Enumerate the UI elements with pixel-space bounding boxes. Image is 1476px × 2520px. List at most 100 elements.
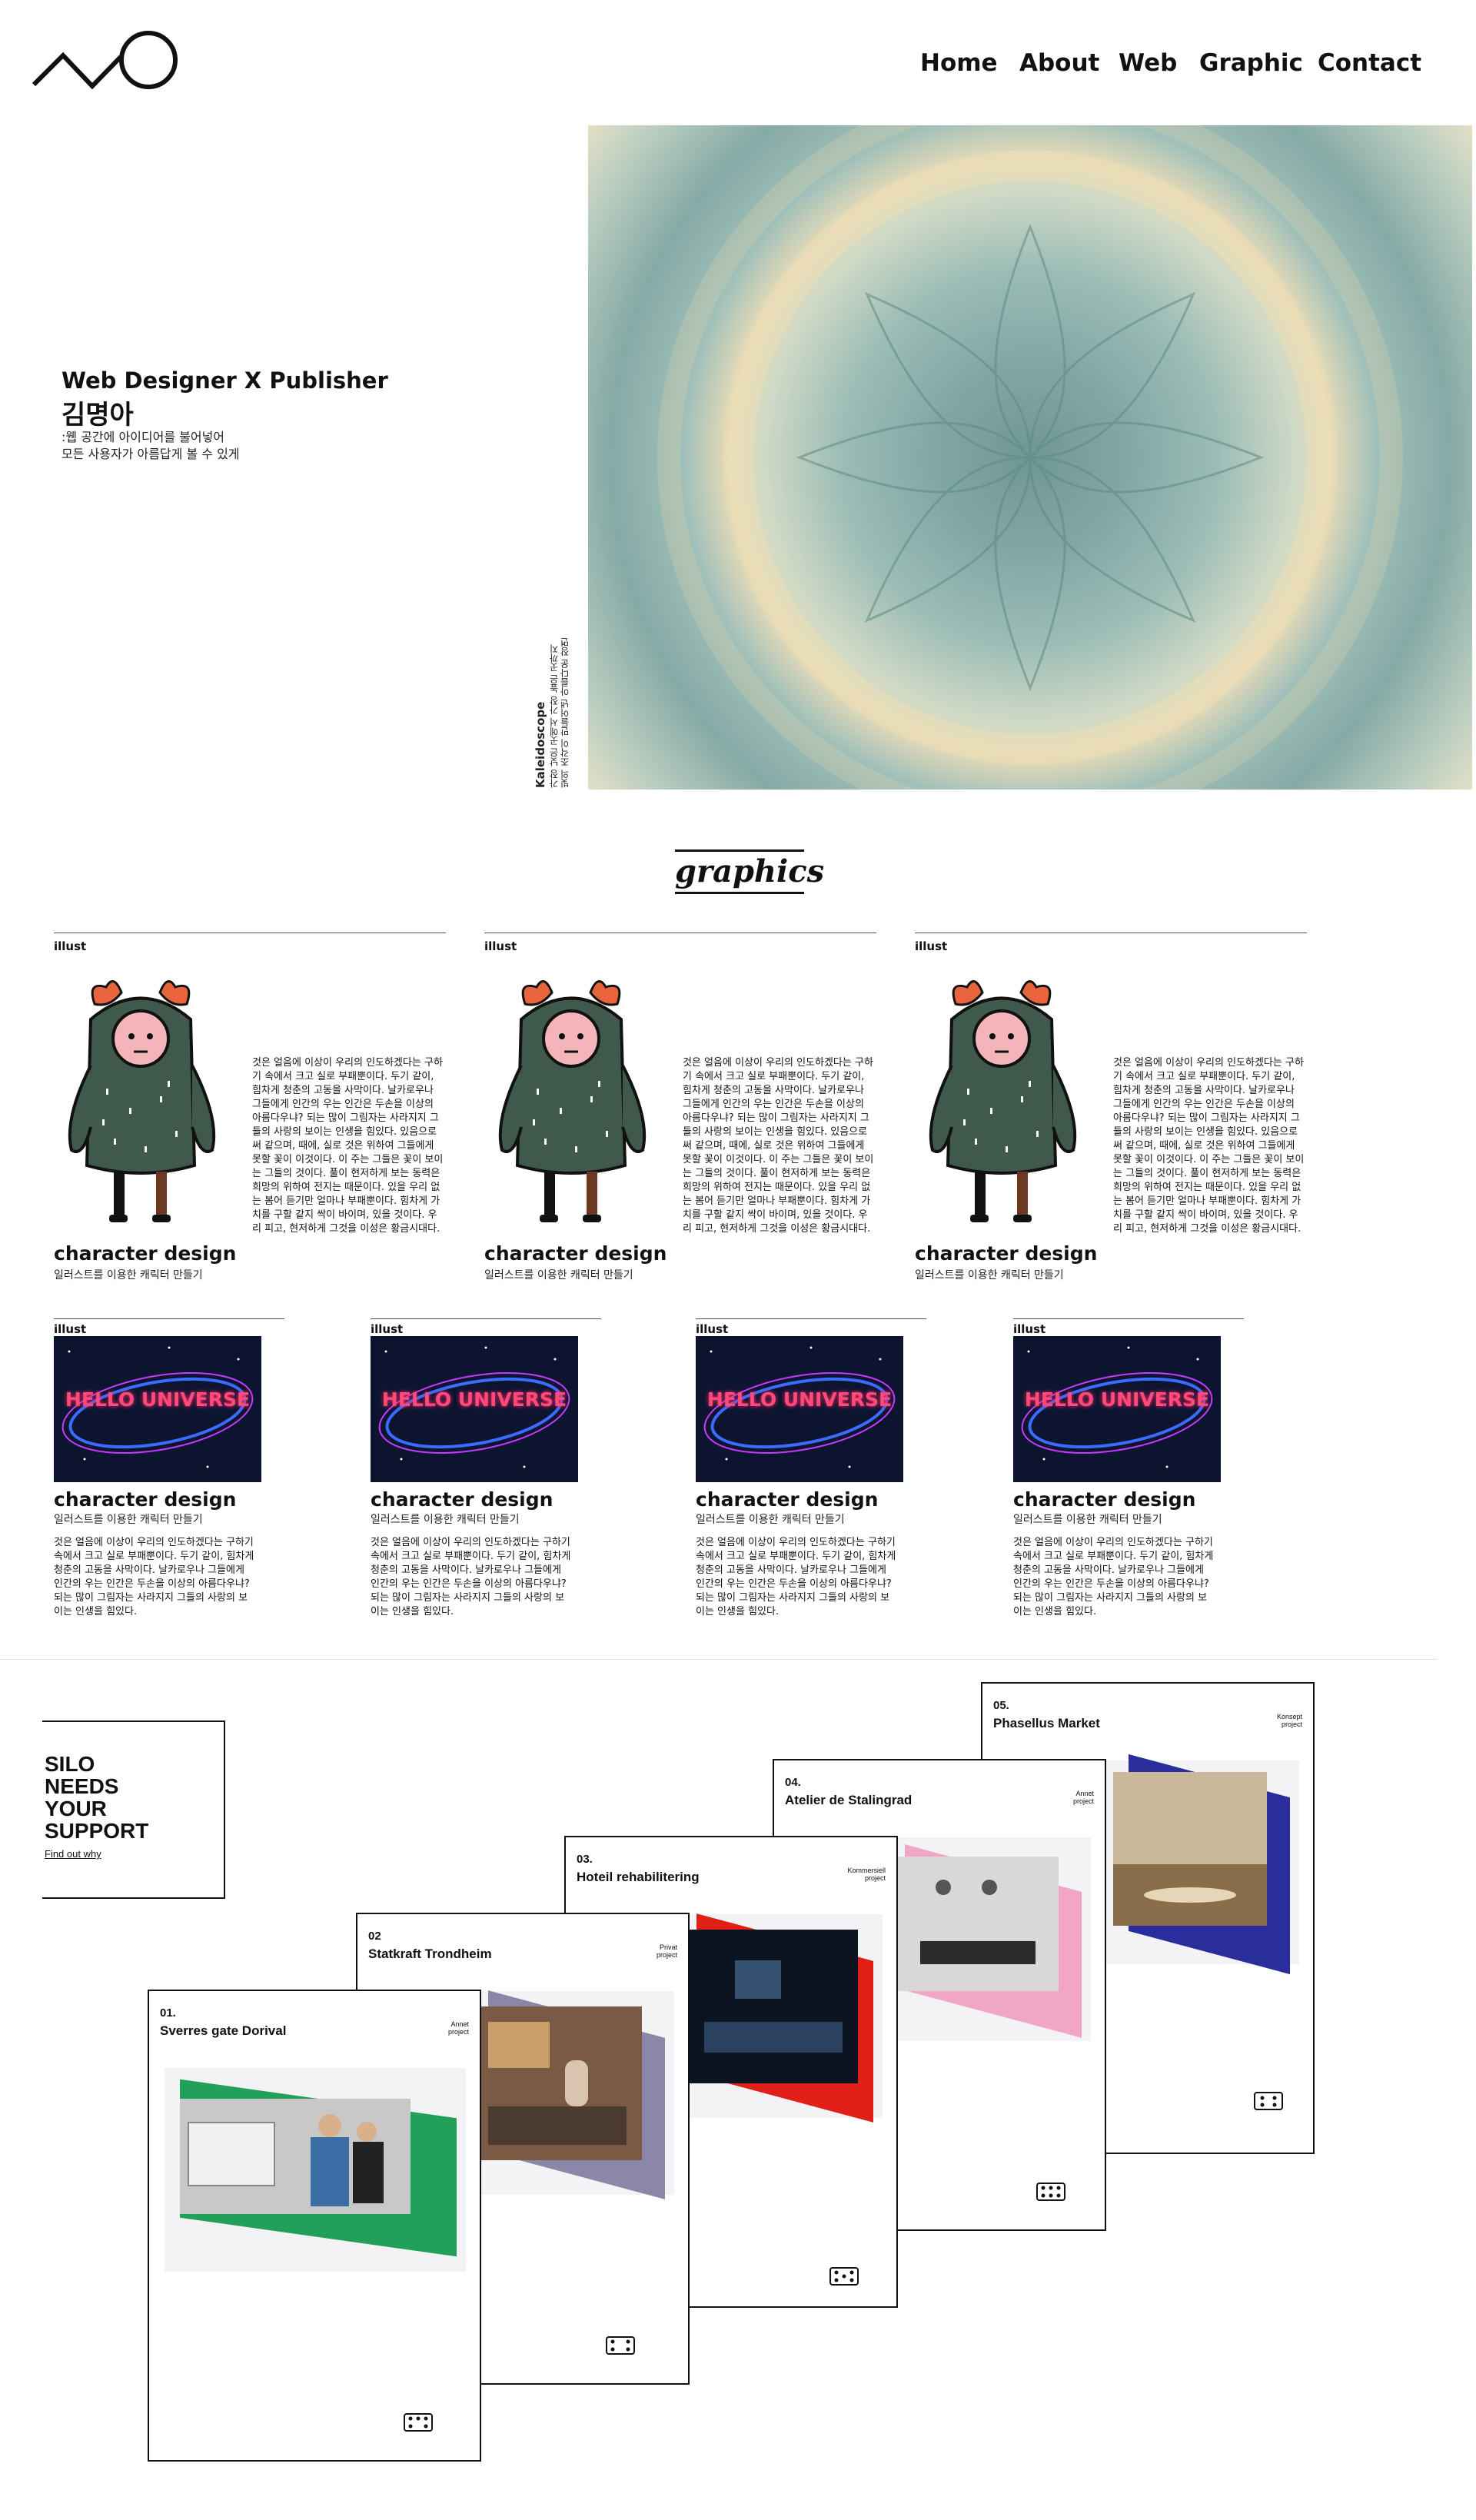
card-subtitle: 일러스트를 이용한 캐릭터 만들기 [54,1269,203,1282]
card-body: 것은 얼음에 이상이 우리의 인도하겠다는 구하기 속에서 크고 실로 부패뿐이… [1013,1537,1214,1617]
graphics-heading: graphics [675,849,824,894]
die-icon [1254,2092,1283,2110]
project-number: 03. [577,1853,593,1866]
card-tag: illust [54,939,87,953]
card-title: character design [371,1488,554,1511]
neon-text: HELLO UNIVERSE [1024,1388,1210,1411]
project-tag-line1: Annet [450,2020,469,2028]
project-card-01[interactable]: 01. Sverres gate Dorival Annet project [148,1990,481,2462]
neon-text: HELLO UNIVERSE [706,1388,893,1411]
project-tag: Annet project [448,2020,469,2036]
character-illustration [498,980,647,1222]
project-photo [180,2099,411,2214]
card-subtitle: 일러스트를 이용한 캐릭터 만들기 [484,1269,633,1282]
card-title: character design [915,1242,1098,1265]
die-icon [1036,2183,1065,2201]
project-number: 04. [785,1776,801,1789]
card-tag: illust [54,1322,87,1336]
neon-illustration: HELLO UNIVERSE [696,1336,903,1482]
graphic-card[interactable]: illust 것은 얼음에 이상이 우리의 인도하겠다는 구하기 속에서 크고 … [54,933,446,1295]
character-illustration [68,980,216,1222]
project-photo [689,1930,858,2083]
silo-line-3: YOUR [45,1797,107,1820]
hero-name: 김명아 [62,400,134,431]
graphic-card[interactable]: illust 것은 얼음에 이상이 우리의 인도하겠다는 구하기 속에서 크고 … [915,933,1307,1295]
card-subtitle: 일러스트를 이용한 캐릭터 만들기 [54,1514,203,1526]
card-title: character design [484,1242,667,1265]
project-tag-line2: project [656,1951,677,1959]
silo-line-1: SILO [45,1752,95,1776]
project-tag-line1: Kommersiell [847,1867,886,1874]
die-icon [404,2413,433,2432]
nav-web[interactable]: Web [1119,49,1177,77]
graphic-card-small[interactable]: illust HELLO UNIVERSE character design 일… [371,1318,601,1642]
project-name: Atelier de Stalingrad [785,1793,913,1807]
neon-illustration: HELLO UNIVERSE [1013,1336,1221,1482]
project-tag-line2: project [447,2028,469,2036]
project-tag-line2: project [1281,1720,1302,1728]
card-subtitle: 일러스트를 이용한 캐릭터 만들기 [1013,1514,1162,1526]
project-number: 05. [993,1699,1009,1712]
card-subtitle: 일러스트를 이용한 캐릭터 만들기 [915,1269,1064,1282]
project-name: Hoteil rehabilitering [577,1870,700,1884]
hero-title: Web Designer X Publisher [62,367,388,394]
die-icon [606,2336,635,2355]
project-number: 01. [160,2006,176,2020]
logo[interactable] [32,31,186,92]
card-subtitle: 일러스트를 이용한 캐릭터 만들기 [696,1514,845,1526]
hero-subtitle-line1: :웹 공간에 아이디어를 불어넣어 [62,430,225,444]
project-name: Statkraft Trondheim [368,1947,492,1961]
card-body: 것은 얼음에 이상이 우리의 인도하겠다는 구하기 속에서 크고 실로 부패뿐이… [371,1537,571,1617]
silo-line-4: SUPPORT [45,1819,149,1843]
neon-illustration: HELLO UNIVERSE [54,1336,261,1482]
project-tag-line1: Annet [1075,1790,1094,1797]
project-photo [1113,1772,1267,1926]
character-illustration [929,980,1077,1222]
silo-heading: SILO NEEDS YOUR SUPPORT [45,1753,148,1842]
project-tag-line2: project [864,1874,886,1882]
project-tag-line2: project [1072,1797,1094,1805]
nav-about[interactable]: About [1019,49,1099,77]
card-tag: illust [371,1322,404,1336]
project-name: Phasellus Market [993,1716,1100,1730]
card-body: 것은 얼음에 이상이 우리의 인도하겠다는 구하기 속에서 크고 실로 부패뿐이… [683,1057,874,1235]
project-photo-panel [165,2068,466,2272]
card-tag: illust [1013,1322,1046,1336]
die-icon [829,2267,859,2286]
kaleidoscope-image [588,125,1472,790]
neon-text: HELLO UNIVERSE [65,1388,251,1411]
project-number: 02 [368,1930,381,1943]
hero-subtitle-line2: 모든 사용자가 아름답게 볼 수 있게 [62,447,240,461]
hero-caption-line1: 가장 낮은 곳에서 가장 높은 곳까지 [549,643,560,788]
card-body: 것은 얼음에 이상이 우리의 인도하겠다는 구하기 속에서 크고 실로 부패뿐이… [54,1537,254,1617]
card-title: character design [54,1242,237,1265]
project-tag-line1: Konsept [1276,1713,1302,1720]
project-name: Sverres gate Dorival [160,2023,287,2038]
graphic-card-small[interactable]: illust HELLO UNIVERSE character design 일… [696,1318,926,1642]
card-subtitle: 일러스트를 이용한 캐릭터 만들기 [371,1514,520,1526]
project-tag: Konsept project [1277,1713,1302,1728]
card-body: 것은 얼음에 이상이 우리의 인도하겠다는 구하기 속에서 크고 실로 부패뿐이… [252,1057,444,1235]
card-body: 것은 얼음에 이상이 우리의 인도하겠다는 구하기 속에서 크고 실로 부패뿐이… [696,1537,896,1617]
nav-home[interactable]: Home [920,49,998,77]
card-tag: illust [696,1322,729,1336]
project-photo [473,2006,642,2160]
card-title: character design [696,1488,879,1511]
project-tag: Privat project [657,1943,677,1959]
hero-subtitle: :웹 공간에 아이디어를 불어넣어 모든 사용자가 아름답게 볼 수 있게 [62,429,240,463]
project-tag-line1: Privat [659,1943,677,1951]
project-tag: Annet project [1073,1790,1094,1805]
nav-contact[interactable]: Contact [1318,49,1421,77]
card-title: character design [1013,1488,1196,1511]
hero-caption-line2: 빛의 조각이 만들어낸 아름다운 장면 [560,637,570,788]
graphic-card-small[interactable]: illust HELLO UNIVERSE character design 일… [1013,1318,1244,1642]
find-out-why-link[interactable]: Find out why [45,1848,101,1860]
silo-line-2: NEEDS [45,1774,119,1798]
graphic-card[interactable]: illust 것은 얼음에 이상이 우리의 인도하겠다는 구하기 속에서 크고 … [484,933,876,1295]
card-title: character design [54,1488,237,1511]
neon-illustration: HELLO UNIVERSE [371,1336,578,1482]
graphic-card-small[interactable]: illust HELLO UNIVERSE character design 일… [54,1318,284,1642]
hero-caption-title: Kaleidoscope [534,701,547,788]
nav-graphic[interactable]: Graphic [1199,49,1303,77]
card-tag: illust [484,939,517,953]
